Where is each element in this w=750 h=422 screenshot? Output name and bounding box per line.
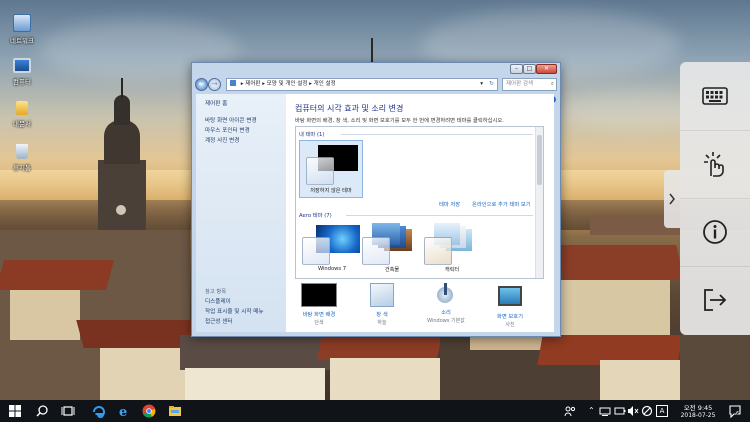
exit-icon [704,289,727,311]
show-hidden-icons-button[interactable]: ⌃ [588,405,595,417]
get-more-themes-online-link[interactable]: 온라인으로 추가 테마 보기 [472,200,531,208]
keyboard-icon [702,87,728,105]
search-icon: ⌕ [550,81,554,87]
notification-icon [729,405,741,419]
display-link[interactable]: 디스플레이 [205,297,231,305]
chrome-icon[interactable] [142,404,156,418]
forward-button[interactable]: → [208,78,221,91]
desktop-icon-documents[interactable]: 내문서 [2,101,42,128]
breadcrumb-personalization[interactable]: 개인 설정 [314,81,336,87]
personalization-window: – □ ✕ ← → ▸ 제어판 ▸ 모양 및 개인 설정 ▸ 개인 설정 ▾ ↻… [191,62,561,337]
info-icon [703,220,727,244]
taskbar: e ⌃ A 오전 9:45 2018-07-25 6 [0,400,750,422]
main-content: 컴퓨터의 시각 효과 및 소리 변경 바탕 화면의 배경, 창 색, 소리 및 … [286,94,554,332]
sounds-icon [435,283,457,305]
window-color-swatch [370,283,394,307]
back-button[interactable]: ← [195,78,208,91]
notification-center-button[interactable]: 6 [728,404,742,419]
info-button[interactable] [680,198,750,267]
input-method-indicator[interactable]: A [656,405,668,417]
network-status-icon[interactable] [599,405,611,417]
window-titlebar[interactable]: – □ ✕ [192,63,560,75]
screen-saver-icon [498,286,522,306]
people-icon[interactable] [563,404,577,418]
taskbar-clock[interactable]: 오전 9:45 2018-07-25 [673,402,723,419]
aero-themes-header: Aero 테마 (7) [299,213,332,219]
desktop-background-swatch [301,283,337,307]
refresh-icon[interactable]: ↻ [489,79,494,90]
page-title: 컴퓨터의 시각 효과 및 소리 변경 [295,104,404,113]
recycle-bin-icon [16,144,28,159]
scrollbar-thumb[interactable] [537,135,542,185]
theme-unsaved[interactable]: 저장하지 않은 테마 [299,140,363,198]
edge-browser-icon[interactable] [92,404,106,418]
blocked-icon[interactable] [641,405,653,417]
clock-date: 2018-07-25 [680,412,716,419]
address-bar[interactable]: ▸ 제어판 ▸ 모양 및 개인 설정 ▸ 개인 설정 ▾ ↻ [226,78,498,91]
theme-list: 내 테마 (1) 저장하지 않은 테마 테마 저장 온라인으로 추가 테마 보기… [295,126,544,279]
breadcrumb-control-panel[interactable]: 제어판 [245,81,260,87]
left-navigation-pane: 제어판 홈 바탕 화면 아이콘 변경 마우스 포인터 변경 계정 사진 변경 참… [196,94,286,332]
my-themes-header: 내 테마 (1) [299,132,325,138]
change-mouse-pointer-link[interactable]: 마우스 포인터 변경 [205,126,250,134]
volume-muted-icon[interactable] [627,405,639,417]
theme-label: 저장하지 않은 테마 [310,188,352,194]
keyboard-button[interactable] [680,62,750,131]
change-desktop-icons-link[interactable]: 바탕 화면 아이콘 변경 [205,116,257,124]
touch-button[interactable] [680,130,750,199]
theme-list-scrollbar[interactable] [535,127,543,278]
window-color-swatch [302,237,330,265]
taskbar-start-menu-link[interactable]: 작업 표시줄 및 시작 메뉴 [205,307,264,315]
desktop-icon-network[interactable]: 네트워크 [2,14,42,45]
theme-characters[interactable]: 캐릭터 [422,223,482,275]
battery-icon[interactable] [614,405,626,417]
chevron-right-icon [669,193,675,205]
screen-saver-button[interactable]: 화면 보호기 사진 [475,283,545,328]
window-color-swatch [306,157,334,185]
page-description: 바탕 화면의 배경, 창 색, 소리 및 화면 보호기를 모두 한 번에 변경하… [295,118,504,124]
windows-start-icon[interactable] [8,404,22,418]
task-view-icon[interactable] [61,404,75,418]
window-color-swatch [362,237,390,265]
desktop-background-button[interactable]: 바탕 화면 배경 단색 [284,283,354,326]
desktop-icon-computer[interactable]: 컴퓨터 [2,58,42,86]
minimize-button[interactable]: – [510,64,523,74]
maximize-button[interactable]: □ [523,64,536,74]
window-color-swatch [424,237,452,265]
file-explorer-icon[interactable] [168,404,182,418]
theme-label: Windows 7 [317,266,347,272]
search-icon[interactable] [35,404,49,418]
save-theme-link[interactable]: 테마 저장 [439,200,460,208]
breadcrumb-appearance[interactable]: 모양 및 개인 설정 [267,81,308,87]
sounds-button[interactable]: 소리 Windows 기본값 [411,283,481,324]
search-input[interactable]: 제어판 검색 ⌕ [502,78,557,91]
internet-explorer-icon[interactable]: e [117,404,131,418]
touch-icon [704,152,724,177]
address-dropdown-icon[interactable]: ▾ [480,79,483,90]
clock-time: 오전 9:45 [683,404,713,412]
side-panel-collapse-tab[interactable] [664,170,680,228]
close-button[interactable]: ✕ [536,64,557,74]
theme-windows-7[interactable]: Windows 7 [302,223,362,275]
network-icon [13,14,31,32]
theme-label: 캐릭터 [444,267,460,273]
computer-icon [13,58,31,73]
navigation-bar: ← → ▸ 제어판 ▸ 모양 및 개인 설정 ▸ 개인 설정 ▾ ↻ 제어판 검… [192,75,560,103]
see-also-heading: 참고 항목 [205,289,227,295]
window-color-button[interactable]: 창 색 하늘 [347,283,417,326]
documents-folder-icon [16,101,28,115]
notification-count-badge: 6 [736,411,740,417]
control-panel-home-link[interactable]: 제어판 홈 [205,99,227,107]
ease-of-access-link[interactable]: 접근성 센터 [205,317,233,325]
theme-label: 건축물 [384,267,400,273]
svg-text:e: e [119,405,127,418]
side-panel [680,62,750,335]
exit-button[interactable] [680,266,750,334]
control-panel-icon [230,80,236,86]
desktop-icon-recycle-bin[interactable]: 휴지통 [2,144,42,172]
change-account-picture-link[interactable]: 계정 사진 변경 [205,136,239,144]
theme-architecture[interactable]: 건축물 [362,223,422,275]
